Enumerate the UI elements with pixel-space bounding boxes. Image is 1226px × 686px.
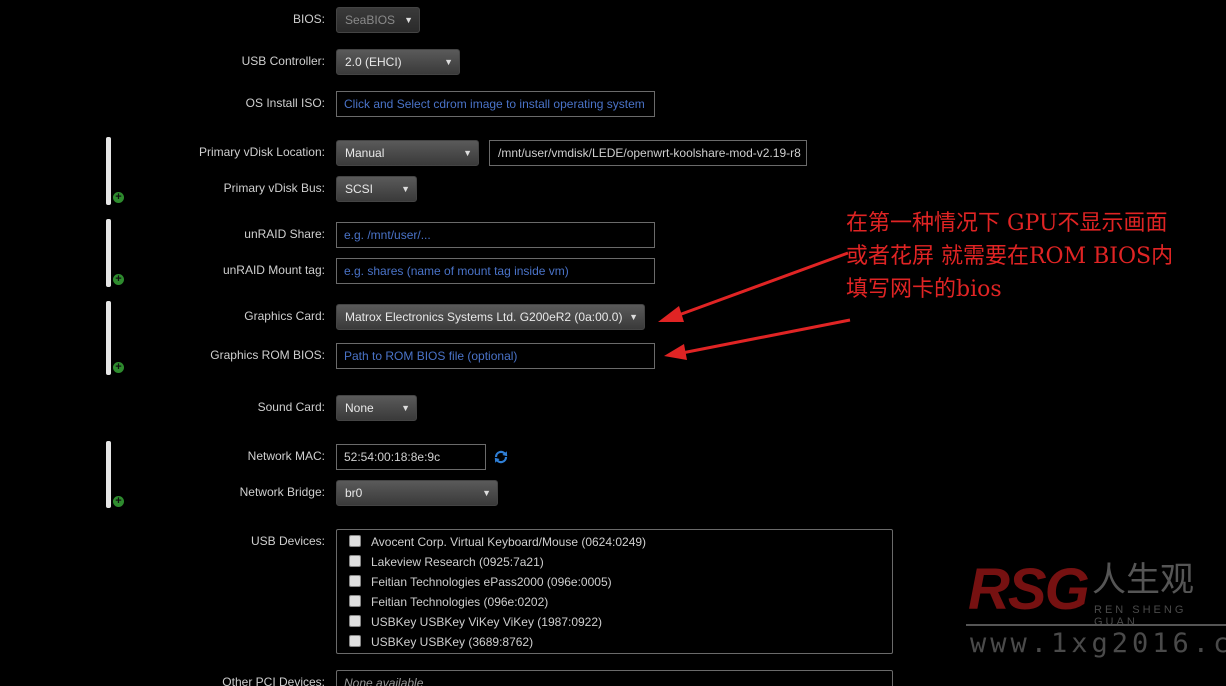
unraid-mount-tag-input[interactable]: e.g. shares (name of mount tag inside vm…: [336, 258, 655, 284]
watermark-cn: 人生观: [1092, 560, 1194, 600]
graphics-rom-bios-input[interactable]: Path to ROM BIOS file (optional): [336, 343, 655, 369]
usb-device-label: USBKey USBKey ViKey ViKey (1987:0922): [371, 615, 603, 629]
chevron-down-icon: ▼: [444, 57, 453, 67]
network-mac-label: Network MAC:: [247, 449, 325, 463]
plus-circle-icon[interactable]: +: [113, 274, 124, 285]
unraid-share-label: unRAID Share:: [244, 227, 325, 241]
network-bridge-value: br0: [345, 486, 363, 500]
checkbox[interactable]: [349, 535, 361, 547]
plus-circle-icon[interactable]: +: [113, 496, 124, 507]
graphics-card-select[interactable]: Matrox Electronics Systems Ltd. G200eR2 …: [336, 304, 645, 330]
bios-value: SeaBIOS: [345, 13, 396, 27]
annotation-text: 在第一种情况下 GPU不显示画面 或者花屏 就需要在ROM BIOS内 填写网卡…: [846, 207, 1226, 306]
annotation-arrowhead: [658, 306, 684, 322]
usb-device-item[interactable]: USBKey USBKey ViKey ViKey (1987:0922): [349, 614, 602, 630]
chevron-down-icon: ▼: [401, 184, 410, 194]
primary-vdisk-location-select[interactable]: Manual ▼: [336, 140, 479, 166]
usb-device-item[interactable]: Lakeview Research (0925:7a21): [349, 554, 544, 570]
primary-vdisk-bus-value: SCSI: [345, 182, 374, 196]
checkbox[interactable]: [349, 575, 361, 587]
checkbox[interactable]: [349, 615, 361, 627]
chevron-down-icon: ▼: [401, 403, 410, 413]
chevron-down-icon: ▼: [629, 312, 638, 322]
usb-controller-select[interactable]: 2.0 (EHCI) ▼: [336, 49, 460, 75]
annotation-arrowhead: [664, 344, 687, 360]
vm-settings-page: BIOS: SeaBIOS ▼ USB Controller: 2.0 (EHC…: [0, 0, 1226, 686]
chevron-down-icon: ▼: [482, 488, 491, 498]
checkbox[interactable]: [349, 595, 361, 607]
primary-vdisk-location-value: Manual: [345, 146, 385, 160]
primary-vdisk-path-input[interactable]: /mnt/user/vmdisk/LEDE/openwrt-koolshare-…: [489, 140, 807, 166]
os-install-iso-input[interactable]: Click and Select cdrom image to install …: [336, 91, 655, 117]
annotation-arrow-graphics-card: [675, 251, 849, 318]
group-bar-network: [106, 441, 111, 508]
primary-vdisk-bus-select[interactable]: SCSI ▼: [336, 176, 417, 202]
plus-circle-icon[interactable]: +: [113, 362, 124, 373]
usb-controller-value: 2.0 (EHCI): [345, 55, 402, 69]
usb-device-item[interactable]: Avocent Corp. Virtual Keyboard/Mouse (06…: [349, 534, 646, 550]
other-pci-devices-label: Other PCI Devices:: [222, 675, 325, 686]
graphics-card-value: Matrox Electronics Systems Ltd. G200eR2 …: [345, 310, 623, 324]
primary-vdisk-location-label: Primary vDisk Location:: [198, 145, 325, 159]
group-bar-vdisk: [106, 137, 111, 205]
usb-device-item[interactable]: Feitian Technologies ePass2000 (096e:000…: [349, 574, 612, 590]
unraid-share-input[interactable]: e.g. /mnt/user/...: [336, 222, 655, 248]
graphics-card-label: Graphics Card:: [244, 309, 325, 323]
usb-device-label: Feitian Technologies ePass2000 (096e:000…: [371, 575, 612, 589]
primary-vdisk-bus-label: Primary vDisk Bus:: [223, 181, 325, 195]
unraid-mount-tag-label: unRAID Mount tag:: [222, 263, 325, 277]
chevron-down-icon: ▼: [463, 148, 472, 158]
bios-label: BIOS:: [292, 12, 325, 26]
watermark-divider: [966, 624, 1226, 626]
annotation-line-2: 或者花屏 就需要在ROM BIOS内: [846, 244, 1174, 269]
refresh-icon[interactable]: [493, 449, 509, 465]
usb-device-item[interactable]: USBKey USBKey (3689:8762): [349, 634, 533, 650]
group-bar-graphics: [106, 301, 111, 375]
os-install-iso-label: OS Install ISO:: [245, 96, 325, 110]
usb-device-label: USBKey USBKey (3689:8762): [371, 635, 534, 649]
checkbox[interactable]: [349, 555, 361, 567]
sound-card-value: None: [345, 401, 374, 415]
sound-card-select[interactable]: None ▼: [336, 395, 417, 421]
usb-devices-list: Avocent Corp. Virtual Keyboard/Mouse (06…: [336, 529, 893, 654]
network-bridge-label: Network Bridge:: [239, 485, 325, 499]
checkbox[interactable]: [349, 635, 361, 647]
usb-device-label: Feitian Technologies (096e:0202): [371, 595, 549, 609]
annotation-line-1: 在第一种情况下 GPU不显示画面: [846, 211, 1168, 236]
group-bar-share: [106, 219, 111, 287]
watermark-logo: RSG: [968, 557, 1090, 622]
watermark-url: www.1xg2016.com: [970, 628, 1226, 659]
sound-card-label: Sound Card:: [257, 400, 325, 414]
bios-select: SeaBIOS ▼: [336, 7, 420, 33]
network-mac-input[interactable]: 52:54:00:18:8e:9c: [336, 444, 486, 470]
other-pci-devices-list: None available: [336, 670, 893, 686]
network-bridge-select[interactable]: br0 ▼: [336, 480, 498, 506]
chevron-down-icon: ▼: [404, 15, 413, 25]
annotation-arrow-rom-bios: [681, 318, 851, 355]
usb-device-item[interactable]: Feitian Technologies (096e:0202): [349, 594, 548, 610]
usb-controller-label: USB Controller:: [241, 54, 325, 68]
annotation-line-3: 填写网卡的bios: [846, 277, 1002, 302]
plus-circle-icon[interactable]: +: [113, 192, 124, 203]
graphics-rom-bios-label: Graphics ROM BIOS:: [210, 348, 325, 362]
usb-device-label: Avocent Corp. Virtual Keyboard/Mouse (06…: [371, 535, 647, 549]
usb-device-label: Lakeview Research (0925:7a21): [371, 555, 544, 569]
usb-devices-label: USB Devices:: [250, 534, 325, 548]
